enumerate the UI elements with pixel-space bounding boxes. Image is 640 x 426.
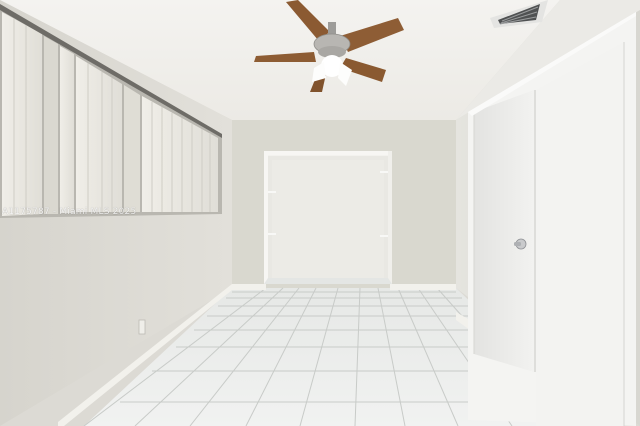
walk-in-closet-opening (264, 151, 392, 284)
wall-outlet (138, 319, 146, 335)
room-photo: A1175787 - Miami MLS 2025 (0, 0, 640, 426)
back-baseboard-right (390, 284, 456, 290)
back-baseboard-left (232, 284, 266, 290)
photo-watermark: A1175787 - Miami MLS 2025 (2, 207, 137, 217)
